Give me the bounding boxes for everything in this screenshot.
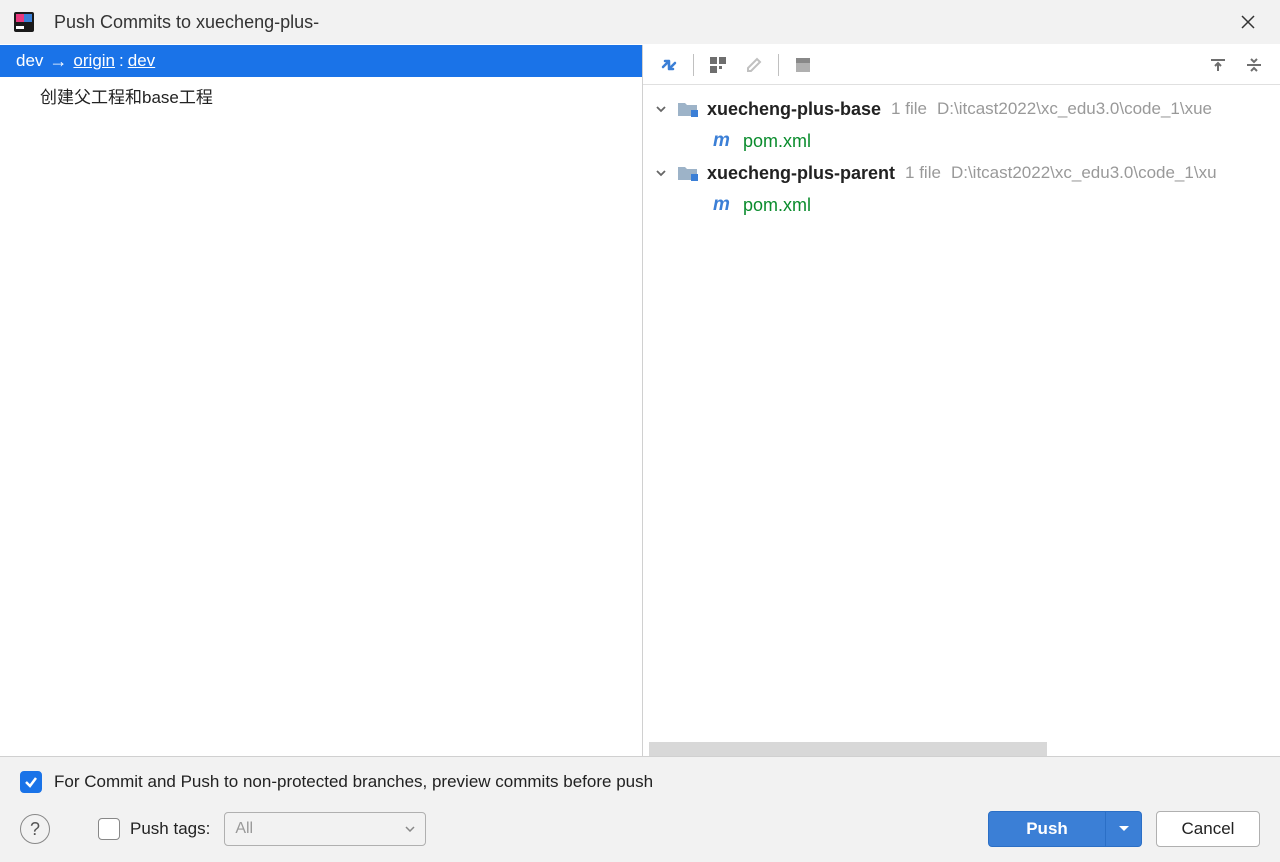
expand-all-icon[interactable] xyxy=(1202,49,1234,81)
preview-checkbox[interactable] xyxy=(20,771,42,793)
file-name: pom.xml xyxy=(743,195,811,216)
preview-label: For Commit and Push to non-protected bra… xyxy=(54,772,653,792)
maven-icon: m xyxy=(713,130,735,152)
module-row[interactable]: xuecheng-plus-base 1 file D:\itcast2022\… xyxy=(643,93,1280,125)
push-tags-checkbox[interactable] xyxy=(98,818,120,840)
file-row[interactable]: m pom.xml xyxy=(643,189,1280,221)
scrollbar-horizontal[interactable] xyxy=(649,742,1047,756)
remote-branch[interactable]: dev xyxy=(128,51,155,71)
module-row[interactable]: xuecheng-plus-parent 1 file D:\itcast202… xyxy=(643,157,1280,189)
folder-icon xyxy=(677,100,699,118)
files-toolbar xyxy=(643,45,1280,85)
close-icon[interactable] xyxy=(1228,2,1268,42)
group-by-icon[interactable] xyxy=(702,49,734,81)
files-panel: xuecheng-plus-base 1 file D:\itcast2022\… xyxy=(643,45,1280,756)
maven-icon: m xyxy=(713,194,735,216)
file-row[interactable]: m pom.xml xyxy=(643,125,1280,157)
tags-select[interactable]: All xyxy=(224,812,426,846)
bottom-controls: ? Push tags: All Push Cancel xyxy=(20,811,1260,847)
module-name: xuecheng-plus-parent xyxy=(707,163,895,184)
remote-name[interactable]: origin xyxy=(73,51,115,71)
collapse-diff-icon[interactable] xyxy=(653,49,685,81)
commit-message[interactable]: 创建父工程和base工程 xyxy=(0,77,642,114)
file-name: pom.xml xyxy=(743,131,811,152)
chevron-down-icon xyxy=(405,826,415,832)
file-tree: xuecheng-plus-base 1 file D:\itcast2022\… xyxy=(643,85,1280,756)
file-count: 1 file xyxy=(905,163,941,183)
push-button-group: Push xyxy=(988,811,1142,847)
cancel-button[interactable]: Cancel xyxy=(1156,811,1260,847)
colon: : xyxy=(119,51,124,71)
separator xyxy=(778,54,779,76)
folder-icon xyxy=(677,164,699,182)
preview-icon[interactable] xyxy=(787,49,819,81)
push-tags-label: Push tags: xyxy=(130,819,210,839)
file-path: D:\itcast2022\xc_edu3.0\code_1\xu xyxy=(951,163,1217,183)
file-path: D:\itcast2022\xc_edu3.0\code_1\xue xyxy=(937,99,1212,119)
app-icon xyxy=(12,10,36,34)
chevron-down-icon[interactable] xyxy=(651,163,671,183)
bottom-bar: For Commit and Push to non-protected bra… xyxy=(0,756,1280,859)
push-dropdown-button[interactable] xyxy=(1106,811,1142,847)
file-count: 1 file xyxy=(891,99,927,119)
push-button[interactable]: Push xyxy=(988,811,1106,847)
separator xyxy=(693,54,694,76)
titlebar: Push Commits to xuecheng-plus- xyxy=(0,0,1280,44)
local-branch: dev xyxy=(16,51,43,71)
collapse-all-icon[interactable] xyxy=(1238,49,1270,81)
edit-icon[interactable] xyxy=(738,49,770,81)
main-area: dev → origin : dev 创建父工程和base工程 xyxy=(0,44,1280,756)
tags-option: All xyxy=(235,820,253,838)
module-name: xuecheng-plus-base xyxy=(707,99,881,120)
window-title: Push Commits to xuecheng-plus- xyxy=(54,12,1228,33)
preview-checkbox-row: For Commit and Push to non-protected bra… xyxy=(20,771,1260,793)
arrow-right-icon: → xyxy=(49,51,67,72)
chevron-down-icon[interactable] xyxy=(651,99,671,119)
help-icon[interactable]: ? xyxy=(20,814,50,844)
commits-panel: dev → origin : dev 创建父工程和base工程 xyxy=(0,45,643,756)
branch-row[interactable]: dev → origin : dev xyxy=(0,45,642,77)
